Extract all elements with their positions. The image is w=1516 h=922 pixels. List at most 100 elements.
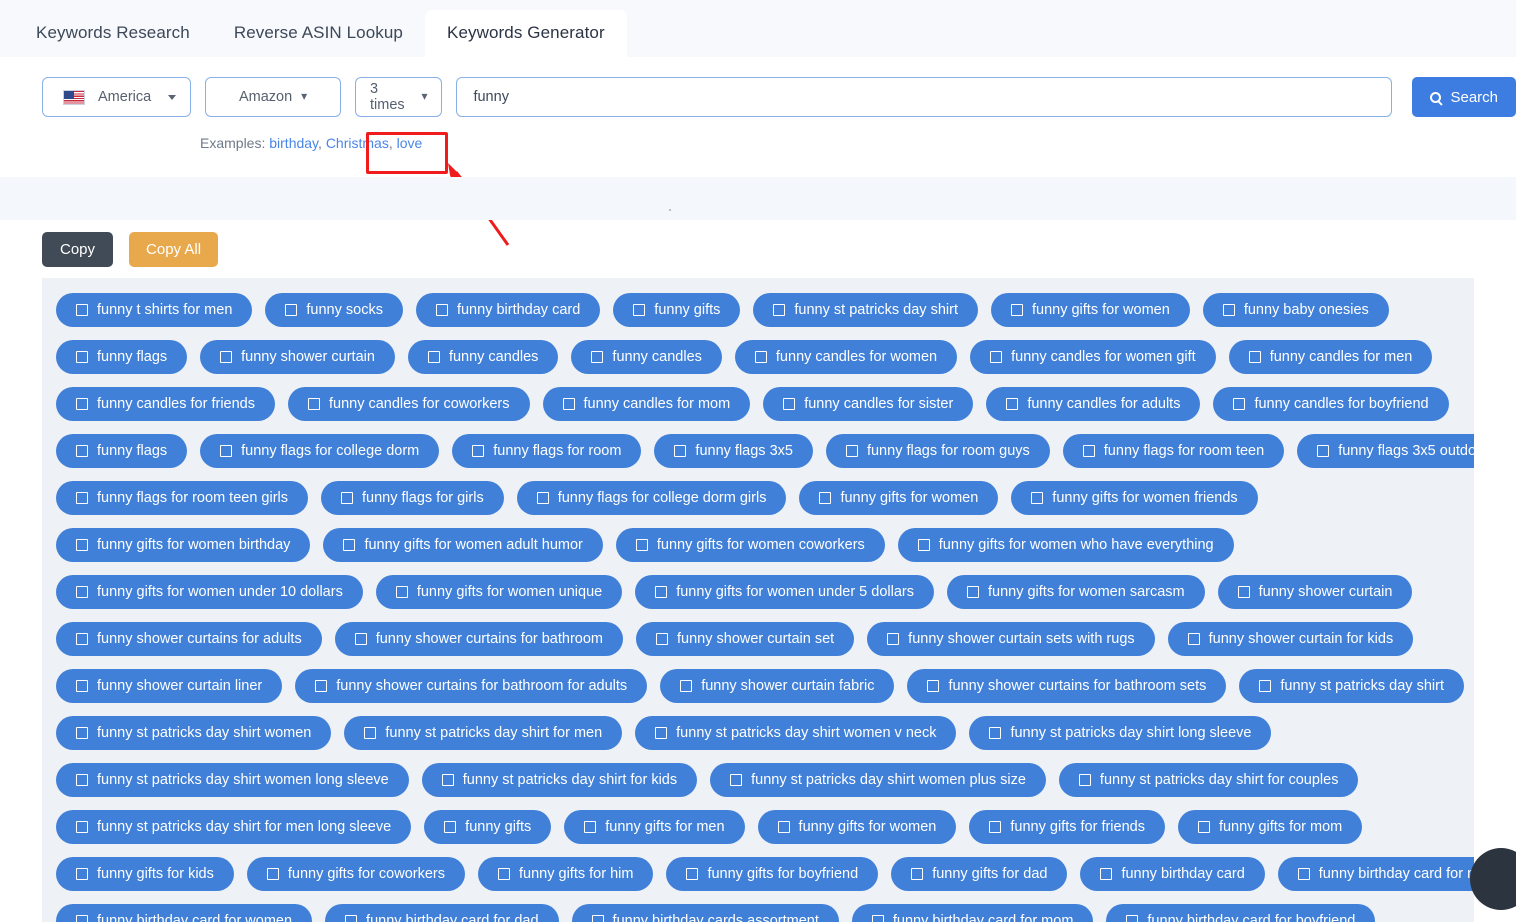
- keyword-chip[interactable]: funny gifts for dad: [891, 857, 1068, 891]
- checkbox-icon[interactable]: [655, 586, 668, 598]
- keyword-chip[interactable]: funny gifts for women birthday: [56, 528, 311, 562]
- search-button[interactable]: Search: [1412, 77, 1516, 117]
- checkbox-icon[interactable]: [345, 915, 358, 922]
- checkbox-icon[interactable]: [845, 445, 858, 457]
- keyword-chip[interactable]: funny birthday card for boyfriend: [1106, 904, 1376, 922]
- keyword-chip[interactable]: funny gifts for women friends: [1011, 481, 1258, 515]
- checkbox-icon[interactable]: [917, 539, 930, 551]
- checkbox-icon[interactable]: [927, 680, 940, 692]
- keyword-chip[interactable]: funny candles for men: [1228, 340, 1433, 374]
- keyword-chip[interactable]: funny baby onesies: [1202, 293, 1389, 327]
- checkbox-icon[interactable]: [1297, 868, 1310, 880]
- keyword-chip[interactable]: funny flags for college dorm: [200, 434, 440, 468]
- checkbox-icon[interactable]: [1126, 915, 1139, 922]
- keyword-chip[interactable]: funny birthday card: [415, 293, 601, 327]
- keyword-chip[interactable]: funny shower curtains for bathroom sets: [907, 669, 1227, 703]
- checkbox-icon[interactable]: [427, 351, 440, 363]
- keyword-chip[interactable]: funny flags for room guys: [825, 434, 1050, 468]
- keyword-chip[interactable]: funny birthday card for mom: [851, 904, 1094, 922]
- keyword-chip[interactable]: funny st patricks day shirt for kids: [421, 763, 698, 797]
- keyword-chip[interactable]: funny flags 3x5: [654, 434, 813, 468]
- keyword-chip[interactable]: funny gifts for women unique: [375, 575, 623, 609]
- keyword-chip[interactable]: funny shower curtain set: [636, 622, 855, 656]
- keyword-chip[interactable]: funny st patricks day shirt women long s…: [56, 763, 409, 797]
- checkbox-icon[interactable]: [1100, 868, 1113, 880]
- checkbox-icon[interactable]: [76, 445, 88, 457]
- checkbox-icon[interactable]: [76, 351, 88, 363]
- keyword-chip[interactable]: funny gifts for women under 10 dollars: [56, 575, 363, 609]
- keyword-chip[interactable]: funny gifts for women under 5 dollars: [635, 575, 934, 609]
- checkbox-icon[interactable]: [395, 586, 408, 598]
- keyword-chip[interactable]: funny candles for coworkers: [287, 387, 530, 421]
- keyword-chip[interactable]: funny flags for room teen: [1062, 434, 1285, 468]
- keyword-chip[interactable]: funny shower curtain for kids: [1167, 622, 1414, 656]
- copy-all-button[interactable]: Copy All: [129, 232, 219, 267]
- times-select[interactable]: 3 times ▾: [355, 77, 443, 117]
- keyword-chip[interactable]: funny flags for girls: [321, 481, 504, 515]
- checkbox-icon[interactable]: [285, 304, 298, 316]
- keyword-chip[interactable]: funny shower curtains for bathroom for a…: [295, 669, 648, 703]
- checkbox-icon[interactable]: [1317, 445, 1330, 457]
- keyword-chip[interactable]: funny st patricks day shirt women: [56, 716, 332, 750]
- keyword-chip[interactable]: funny st patricks day shirt for couples: [1058, 763, 1359, 797]
- checkbox-icon[interactable]: [911, 868, 924, 880]
- checkbox-icon[interactable]: [591, 351, 604, 363]
- checkbox-icon[interactable]: [472, 445, 485, 457]
- checkbox-icon[interactable]: [1187, 633, 1200, 645]
- keyword-chip[interactable]: funny gifts for boyfriend: [666, 857, 879, 891]
- keyword-chip[interactable]: funny candles for women gift: [970, 340, 1216, 374]
- keyword-chip[interactable]: funny flags for college dorm girls: [516, 481, 787, 515]
- checkbox-icon[interactable]: [444, 821, 457, 833]
- keyword-chip[interactable]: funny st patricks day shirt for men long…: [56, 810, 412, 844]
- checkbox-icon[interactable]: [656, 633, 668, 645]
- keyword-chip[interactable]: funny candles for mom: [542, 387, 751, 421]
- checkbox-icon[interactable]: [773, 304, 786, 316]
- checkbox-icon[interactable]: [1082, 445, 1095, 457]
- checkbox-icon[interactable]: [635, 539, 648, 551]
- tab-reverse-asin-lookup[interactable]: Reverse ASIN Lookup: [212, 10, 425, 57]
- checkbox-icon[interactable]: [966, 586, 979, 598]
- keyword-chip[interactable]: funny gifts for kids: [56, 857, 234, 891]
- checkbox-icon[interactable]: [76, 492, 88, 504]
- checkbox-icon[interactable]: [1031, 492, 1044, 504]
- checkbox-icon[interactable]: [584, 821, 597, 833]
- checkbox-icon[interactable]: [1197, 821, 1210, 833]
- checkbox-icon[interactable]: [354, 633, 367, 645]
- keyword-chip[interactable]: funny candles for sister: [763, 387, 974, 421]
- keyword-chip[interactable]: funny gifts for women: [990, 293, 1190, 327]
- checkbox-icon[interactable]: [1078, 774, 1091, 786]
- checkbox-icon[interactable]: [562, 398, 575, 410]
- checkbox-icon[interactable]: [435, 304, 448, 316]
- keyword-chip[interactable]: funny flags for room: [452, 434, 642, 468]
- checkbox-icon[interactable]: [633, 304, 646, 316]
- tab-keywords-research[interactable]: Keywords Research: [14, 10, 212, 57]
- checkbox-icon[interactable]: [754, 351, 767, 363]
- copy-button[interactable]: Copy: [42, 232, 114, 267]
- keyword-chip[interactable]: funny candles for friends: [56, 387, 275, 421]
- keyword-chip[interactable]: funny t shirts for men: [56, 293, 253, 327]
- checkbox-icon[interactable]: [871, 915, 884, 922]
- checkbox-icon[interactable]: [1259, 680, 1272, 692]
- checkbox-icon[interactable]: [76, 868, 88, 880]
- country-select[interactable]: America: [42, 77, 192, 117]
- example-link-christmas[interactable]: Christmas: [326, 135, 389, 151]
- checkbox-icon[interactable]: [990, 351, 1003, 363]
- keyword-chip[interactable]: funny gifts: [424, 810, 552, 844]
- keyword-chip[interactable]: funny candles: [571, 340, 722, 374]
- checkbox-icon[interactable]: [1006, 398, 1019, 410]
- keyword-chip[interactable]: funny flags: [56, 340, 188, 374]
- keyword-chip[interactable]: funny shower curtain: [1217, 575, 1413, 609]
- checkbox-icon[interactable]: [777, 821, 790, 833]
- keyword-chip[interactable]: funny shower curtain sets with rugs: [867, 622, 1155, 656]
- checkbox-icon[interactable]: [783, 398, 796, 410]
- keyword-chip[interactable]: funny st patricks day shirt for men: [344, 716, 623, 750]
- checkbox-icon[interactable]: [315, 680, 328, 692]
- keyword-chip[interactable]: funny st patricks day shirt women v neck: [635, 716, 957, 750]
- keyword-chip[interactable]: funny birthday card for men: [1277, 857, 1474, 891]
- keyword-chip[interactable]: funny gifts for men: [564, 810, 745, 844]
- marketplace-select[interactable]: Amazon ▾: [205, 77, 342, 117]
- checkbox-icon[interactable]: [441, 774, 454, 786]
- checkbox-icon[interactable]: [220, 445, 233, 457]
- checkbox-icon[interactable]: [307, 398, 320, 410]
- checkbox-icon[interactable]: [536, 492, 549, 504]
